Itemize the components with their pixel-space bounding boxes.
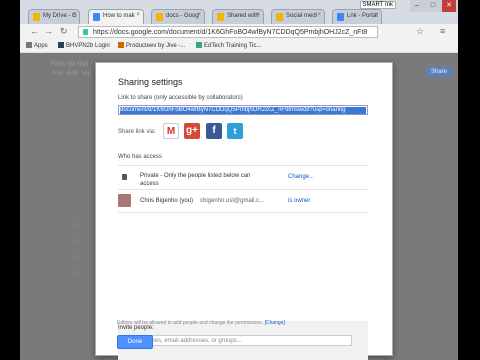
- bookmark-icon: [118, 42, 124, 48]
- tab-social-media[interactable]: Social medi ×: [271, 9, 325, 24]
- facebook-icon[interactable]: f: [206, 123, 222, 139]
- bookmark-icon: [196, 42, 202, 48]
- invite-input[interactable]: Enter names, email addresses, or groups.…: [122, 335, 352, 346]
- tab-how-to[interactable]: How to mak ×: [88, 9, 144, 24]
- portal-icon: [337, 13, 344, 21]
- tab-label: How to mak: [103, 13, 135, 19]
- doc-side-text: ins: [72, 271, 80, 277]
- bookmark-apps[interactable]: Apps: [26, 42, 48, 49]
- browser-toolbar: ← → ↻ https://docs.google.com/document/d…: [20, 24, 458, 41]
- bookmark-label: EdTech Training Tic...: [204, 43, 262, 49]
- link-label: Link to share (only accessible by collab…: [118, 95, 243, 101]
- doc-side-text: ins: [72, 255, 80, 261]
- doc-title: How to ma: [50, 59, 89, 68]
- close-icon[interactable]: ×: [197, 12, 201, 18]
- owner-email: cbigenho.ust@gmail.c...: [200, 198, 265, 204]
- bookmark-label: BHVPN2b Login: [66, 43, 110, 49]
- bookmark-label: Apps: [34, 43, 48, 49]
- editors-change-link[interactable]: [Change]: [265, 320, 285, 326]
- page-overlay: How to ma File Edit Vie Share Ins ins in…: [20, 53, 458, 360]
- bookmark-producteev[interactable]: Producteev by Jive -...: [118, 42, 185, 49]
- editors-note: Editors will be allowed to add people an…: [117, 320, 285, 326]
- tab-my-drive[interactable]: My Drive - G ×: [28, 9, 80, 24]
- bookmark-icon: [58, 42, 64, 48]
- avatar: [118, 194, 131, 207]
- smart-ink-badge[interactable]: SMART Ink: [359, 1, 396, 9]
- browser-window: My Drive - G × How to mak × docs - Goog × S…: [20, 0, 458, 360]
- lock-icon: [122, 174, 127, 180]
- twitter-icon[interactable]: t: [227, 123, 243, 139]
- drive-icon: [33, 13, 40, 21]
- close-icon[interactable]: ×: [374, 12, 378, 18]
- close-icon[interactable]: ×: [136, 12, 140, 18]
- close-icon[interactable]: ×: [317, 12, 321, 18]
- maximize-button[interactable]: □: [426, 0, 440, 12]
- sharing-settings-dialog: Sharing settings Link to share (only acc…: [95, 62, 393, 360]
- doc-side-text: Ins: [72, 223, 81, 229]
- drive-icon: [217, 13, 224, 21]
- dialog-title: Sharing settings: [118, 77, 183, 87]
- tab-shared[interactable]: Shared with ×: [212, 9, 264, 24]
- address-bar[interactable]: https://docs.google.com/document/d/1K6Gh…: [78, 26, 378, 38]
- access-row-visibility: Private - Only the people listed below c…: [118, 165, 368, 190]
- close-icon[interactable]: ×: [72, 12, 76, 18]
- drive-icon: [156, 13, 163, 21]
- minimize-button[interactable]: –: [410, 0, 424, 12]
- apps-grid-icon: [26, 42, 32, 48]
- lock-icon: [83, 29, 88, 35]
- bookmark-vpn[interactable]: BHVPN2b Login: [58, 42, 110, 49]
- change-visibility-link[interactable]: Change...: [288, 174, 314, 180]
- share-via-label: Share link via:: [118, 129, 156, 135]
- doc-share-button: Share: [426, 67, 452, 77]
- bookmarks-bar: Apps BHVPN2b Login Producteev by Jive -.…: [20, 40, 458, 53]
- tab-label: Lnk - Portal: [347, 13, 378, 19]
- forward-arrow-icon[interactable]: →: [44, 26, 53, 36]
- reload-icon[interactable]: ↻: [60, 26, 68, 37]
- tab-portal[interactable]: Lnk - Portal ×: [332, 9, 382, 24]
- tab-docs[interactable]: docs - Goog ×: [151, 9, 205, 24]
- google-plus-icon[interactable]: g+: [184, 123, 200, 139]
- who-has-access-label: Who has access: [118, 154, 163, 160]
- docs-icon: [93, 13, 100, 21]
- share-link-field[interactable]: document/d/1K6GhFoBO4wfByN7CDDqQ5PmbjhOH…: [118, 105, 368, 115]
- menu-icon[interactable]: ≡: [440, 26, 445, 36]
- bookmark-edtech[interactable]: EdTech Training Tic...: [196, 42, 261, 49]
- share-link-text: document/d/1K6GhFoBO4wfByN7CDDqQ5PmbjhOH…: [120, 107, 366, 114]
- close-window-button[interactable]: ✕: [442, 0, 456, 12]
- access-row-owner: Chris Bigenho (you) cbigenho.ust@gmail.c…: [118, 189, 368, 213]
- star-icon[interactable]: ☆: [416, 26, 424, 37]
- tab-label: Shared with: [227, 13, 259, 19]
- tab-label: docs - Goog: [166, 13, 199, 19]
- owner-role: is owner: [288, 198, 311, 204]
- back-arrow-icon[interactable]: ←: [30, 26, 39, 36]
- tab-label: Social medi: [286, 13, 318, 19]
- bookmark-label: Producteev by Jive -...: [126, 43, 186, 49]
- done-button[interactable]: Done: [117, 335, 153, 349]
- editors-note-text: Editors will be allowed to add people an…: [117, 320, 264, 326]
- close-icon[interactable]: ×: [256, 12, 260, 18]
- gmail-icon[interactable]: M: [163, 123, 179, 139]
- url-text: https://docs.google.com/document/d/1K6Gh…: [93, 29, 368, 36]
- window-controls: – □ ✕: [410, 0, 458, 12]
- drive-icon: [276, 13, 283, 21]
- owner-name: Chris Bigenho (you): [140, 198, 194, 204]
- doc-side-text: ins: [72, 239, 80, 245]
- doc-menu: File Edit Vie: [53, 71, 91, 77]
- visibility-text: Private - Only the people listed below c…: [140, 173, 251, 187]
- tab-bar: My Drive - G × How to mak × docs - Goog × S…: [20, 0, 458, 24]
